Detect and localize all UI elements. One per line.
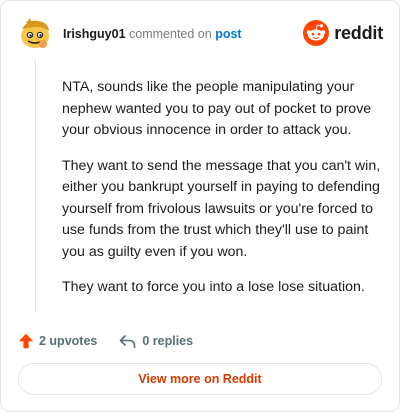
reddit-alien-icon [303, 20, 330, 46]
comment-header: Irishguy01 commented on post reddit [18, 17, 383, 53]
snoo-avatar-icon [21, 18, 49, 48]
username[interactable]: Irishguy01 [63, 27, 126, 41]
upvote-arrow-icon [18, 333, 34, 349]
commenter-line: Irishguy01 commented on post [63, 27, 242, 41]
reply-arrow-icon [120, 334, 136, 348]
avatar[interactable] [18, 17, 52, 51]
reddit-logo[interactable]: reddit [303, 19, 383, 47]
comment-paragraph: NTA, sounds like the people manipulating… [62, 79, 372, 138]
upvote-count: 2 upvotes [39, 334, 98, 348]
comment-actions: 2 upvotes 0 replies [18, 331, 193, 351]
upvote-button[interactable]: 2 upvotes [18, 333, 97, 349]
post-link[interactable]: post [215, 27, 241, 41]
comment-card: Irishguy01 commented on post reddit NTA,… [0, 0, 400, 412]
reddit-wordmark: reddit [334, 22, 383, 43]
comment-body: NTA, sounds like the people manipulating… [62, 77, 382, 313]
thread-line [35, 59, 36, 313]
commented-on-text: commented on [129, 27, 212, 41]
reply-count: 0 replies [142, 334, 194, 348]
view-more-button[interactable]: View more on Reddit [18, 363, 382, 395]
replies-button[interactable]: 0 replies [119, 334, 193, 349]
comment-paragraph: They want to force you into a lose lose … [62, 279, 365, 295]
comment-paragraph: They want to send the message that you c… [62, 157, 381, 260]
